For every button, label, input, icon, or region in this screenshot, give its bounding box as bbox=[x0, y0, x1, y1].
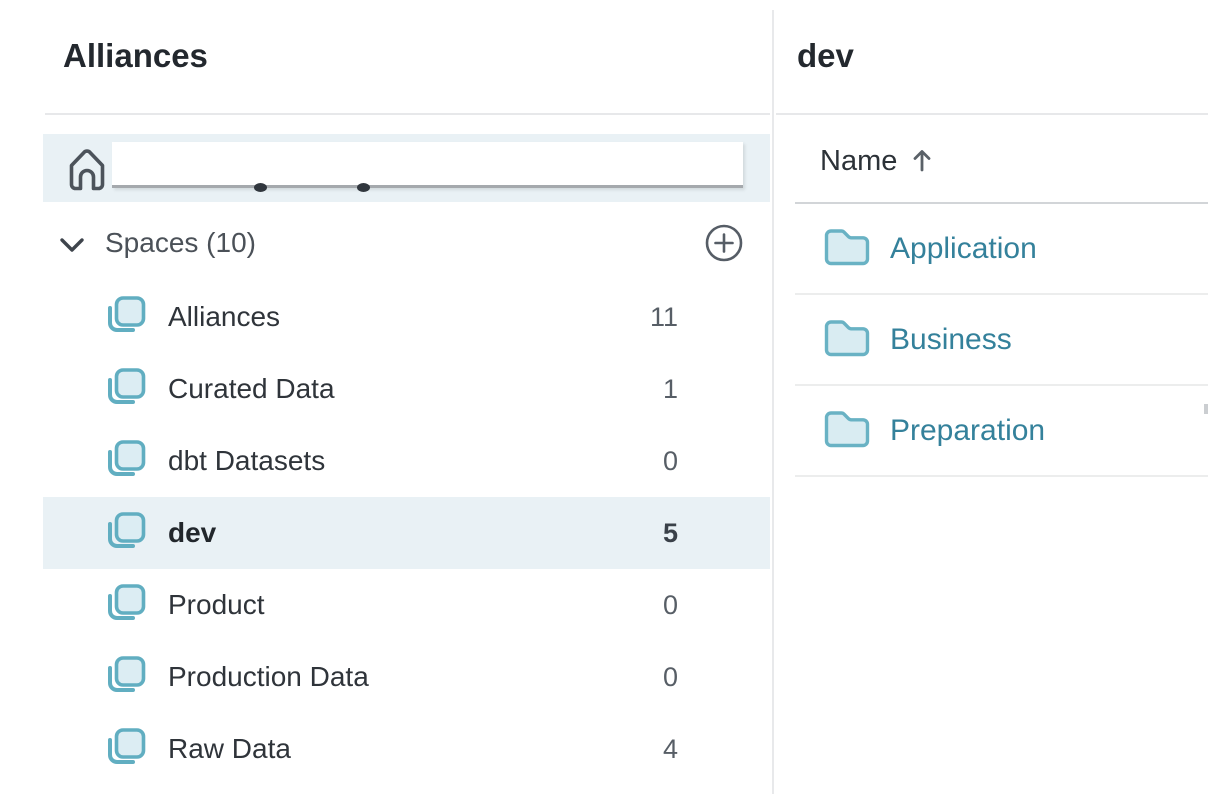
sidebar-item-count: 0 bbox=[663, 590, 678, 621]
folder-icon bbox=[823, 226, 871, 271]
space-icon bbox=[103, 654, 147, 701]
sidebar-item-dbt-datasets[interactable]: dbt Datasets 0 bbox=[43, 425, 770, 497]
sidebar-item-count: 5 bbox=[663, 518, 678, 549]
plus-circle-icon bbox=[704, 251, 744, 266]
sidebar-item-label: Curated Data bbox=[168, 373, 335, 405]
sidebar-item-count: 11 bbox=[650, 302, 678, 333]
cropped-edge-element bbox=[1204, 404, 1208, 414]
sidebar-item-dev[interactable]: dev 5 bbox=[43, 497, 770, 569]
redacted-text-descender bbox=[357, 183, 370, 192]
main-panel-title: dev bbox=[797, 37, 854, 75]
space-icon bbox=[103, 294, 147, 341]
sidebar-item-count: 0 bbox=[663, 662, 678, 693]
sidebar-item-label: Production Data bbox=[168, 661, 369, 693]
redacted-text-descender bbox=[254, 183, 267, 192]
folder-link[interactable]: Application bbox=[890, 232, 1037, 266]
sidebar-item-label: Product bbox=[168, 589, 265, 621]
sidebar-title: Alliances bbox=[63, 37, 208, 75]
name-column-header[interactable]: Name bbox=[820, 144, 933, 178]
panel-divider bbox=[772, 10, 774, 794]
space-icon bbox=[103, 582, 147, 629]
sidebar-item-label: dev bbox=[168, 517, 216, 549]
sidebar-item-alliances[interactable]: Alliances 11 bbox=[43, 281, 770, 353]
chevron-down-icon[interactable] bbox=[58, 235, 86, 260]
home-icon bbox=[68, 146, 106, 197]
sidebar-item-raw-data[interactable]: Raw Data 4 bbox=[43, 713, 770, 785]
folder-row-preparation[interactable]: Preparation bbox=[795, 386, 1208, 477]
sidebar-item-count: 4 bbox=[663, 734, 678, 765]
folder-row-business[interactable]: Business bbox=[795, 295, 1208, 386]
spaces-section-label: Spaces (10) bbox=[105, 227, 256, 259]
sidebar-item-count: 0 bbox=[663, 446, 678, 477]
space-icon bbox=[103, 438, 147, 485]
space-icon bbox=[103, 726, 147, 773]
folder-row-application[interactable]: Application bbox=[795, 204, 1208, 295]
add-space-button[interactable] bbox=[703, 223, 745, 265]
spaces-section-header[interactable]: Spaces (10) bbox=[43, 222, 770, 266]
sidebar-item-curated-data[interactable]: Curated Data 1 bbox=[43, 353, 770, 425]
space-icon bbox=[103, 366, 147, 413]
app-window: Alliances Spaces (10) bbox=[0, 0, 1208, 794]
redaction-overlay bbox=[112, 142, 743, 188]
sidebar-item-label: Alliances bbox=[168, 301, 280, 333]
folder-icon bbox=[823, 408, 871, 453]
sidebar-item-label: dbt Datasets bbox=[168, 445, 325, 477]
folder-link[interactable]: Business bbox=[890, 323, 1012, 357]
sidebar-item-count: 1 bbox=[663, 374, 678, 405]
main-title-divider bbox=[776, 113, 1208, 115]
space-icon bbox=[103, 510, 147, 557]
sidebar-item-production-data[interactable]: Production Data 0 bbox=[43, 641, 770, 713]
sidebar-item-label: Raw Data bbox=[168, 733, 291, 765]
sidebar-title-divider bbox=[45, 113, 770, 115]
name-column-label: Name bbox=[820, 145, 897, 178]
folder-link[interactable]: Preparation bbox=[890, 414, 1045, 448]
sidebar-item-product[interactable]: Product 0 bbox=[43, 569, 770, 641]
folder-icon bbox=[823, 317, 871, 362]
arrow-up-icon bbox=[911, 147, 933, 178]
